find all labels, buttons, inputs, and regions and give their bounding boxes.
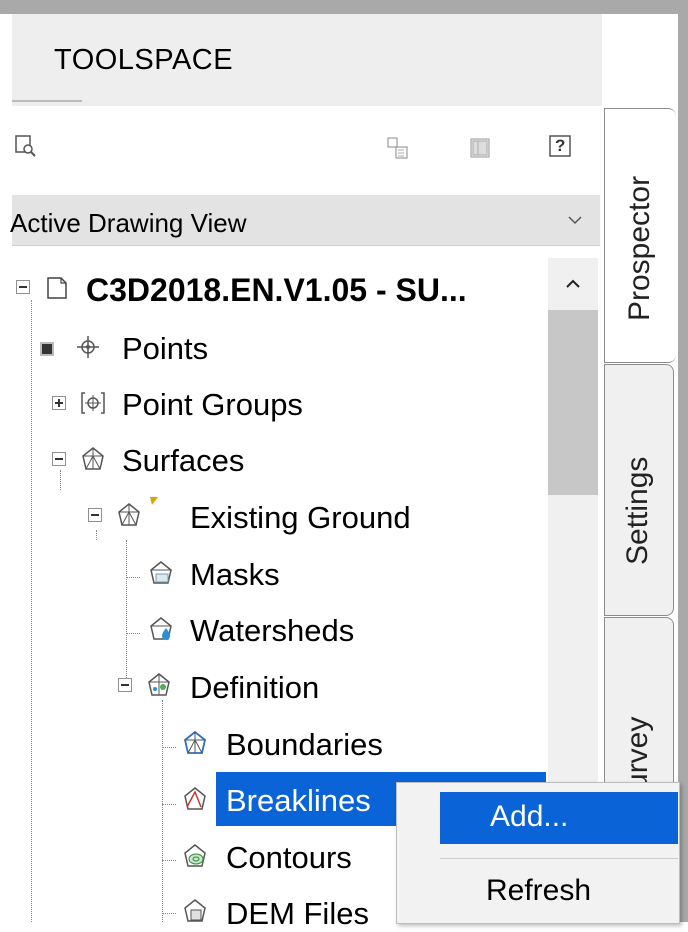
collapse-toggle[interactable]: [52, 452, 66, 466]
toolbar: [12, 106, 602, 188]
contours-icon: [182, 843, 208, 869]
chevron-down-icon[interactable]: [565, 210, 585, 230]
tab-settings[interactable]: Settings: [604, 364, 674, 616]
tree-item-boundaries[interactable]: Boundaries: [226, 727, 383, 763]
leaf-marker: [40, 342, 54, 356]
tab-settings-label: Settings: [621, 456, 654, 565]
menu-item-refresh[interactable]: Refresh: [486, 874, 591, 908]
view-dropdown-value: Active Drawing View: [10, 208, 247, 238]
expand-toggle[interactable]: [52, 396, 66, 410]
flag-icon: [148, 494, 160, 512]
tree-line: [162, 804, 176, 805]
menu-item-add-label: Add...: [490, 800, 569, 833]
drawing-icon: [44, 275, 70, 301]
tree-line: [162, 913, 176, 914]
menu-separator: [440, 858, 678, 859]
tree-item-points[interactable]: Points: [122, 331, 208, 367]
masks-icon: [148, 560, 174, 586]
tree-item-breaklines[interactable]: Breaklines: [226, 783, 371, 819]
help-icon[interactable]: ?: [548, 134, 572, 158]
tree-line: [126, 540, 127, 690]
point-groups-icon: [80, 390, 106, 416]
panel-icon[interactable]: [468, 136, 492, 160]
breaklines-icon: [182, 786, 208, 812]
tree-line: [60, 470, 61, 490]
tab-prospector-label: Prospector: [623, 175, 656, 321]
window-frame-top: [0, 0, 688, 14]
copy-icon[interactable]: [386, 136, 410, 160]
tree-item-contours[interactable]: Contours: [226, 840, 352, 876]
scroll-up-icon[interactable]: [558, 272, 588, 296]
watersheds-icon: [148, 616, 174, 642]
points-icon: [75, 334, 101, 360]
tree-line: [162, 747, 176, 748]
tree-item-watersheds[interactable]: Watersheds: [190, 613, 354, 649]
title-divider: [12, 100, 82, 102]
tree-line: [126, 577, 140, 578]
tree-item-definition[interactable]: Definition: [190, 670, 319, 706]
tab-prospector[interactable]: Prospector: [604, 108, 676, 363]
tree-line: [126, 633, 140, 634]
tree-line: [96, 530, 97, 540]
boundaries-icon: [182, 730, 208, 756]
collapse-toggle[interactable]: [88, 508, 102, 522]
scrollbar-thumb[interactable]: [548, 310, 598, 495]
tree-item-existing-ground[interactable]: Existing Ground: [190, 500, 411, 536]
tree-item-surfaces[interactable]: Surfaces: [122, 443, 244, 479]
tree-line: [162, 700, 163, 922]
preview-icon[interactable]: [14, 134, 38, 158]
surfaces-icon: [80, 446, 106, 472]
tree-line: [31, 300, 32, 922]
help-label: ?: [555, 136, 566, 155]
tree-item-masks[interactable]: Masks: [190, 557, 280, 593]
definition-icon: [146, 672, 172, 698]
tree-line: [162, 860, 176, 861]
collapse-toggle[interactable]: [16, 280, 30, 294]
collapse-toggle[interactable]: [118, 678, 132, 692]
tree-root-drawing[interactable]: C3D2018.EN.V1.05 - SU...: [86, 272, 467, 309]
tree-item-point-groups[interactable]: Point Groups: [122, 387, 303, 423]
window-title: TOOLSPACE: [54, 44, 234, 76]
tree-item-dem-files[interactable]: DEM Files: [226, 896, 369, 932]
dem-files-icon: [182, 898, 208, 924]
surface-icon: [116, 502, 142, 528]
